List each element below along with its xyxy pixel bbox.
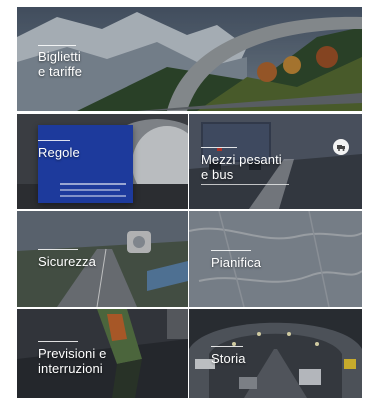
- tile-label-line2: e tariffe: [38, 64, 83, 79]
- tile-label-line1: Biglietti: [38, 49, 81, 64]
- label-top-line: [211, 346, 243, 347]
- tile-label-line1: Previsioni e: [38, 346, 107, 361]
- label-bottom-line: [201, 184, 289, 185]
- tile-storia[interactable]: Storia: [189, 309, 362, 398]
- tile-label: Mezzi pesanti e bus: [201, 152, 282, 182]
- tile-sicurezza[interactable]: Sicurezza: [17, 211, 188, 307]
- card-text-line: [60, 195, 126, 197]
- label-top-line: [38, 249, 78, 250]
- label-top-line: [38, 341, 78, 342]
- tile-label: Storia: [211, 351, 246, 366]
- regole-info-card: [38, 125, 133, 203]
- tile-previsioni-e-interruzioni[interactable]: Previsioni e interruzioni: [17, 309, 188, 398]
- tile-label: Previsioni e interruzioni: [38, 346, 106, 376]
- tile-regole[interactable]: Regole: [17, 114, 188, 209]
- card-text-line: [60, 189, 120, 191]
- label-top-line: [38, 45, 76, 46]
- tile-label: Regole: [38, 145, 80, 160]
- tile-label-line2: interruzioni: [38, 361, 103, 376]
- tile-label: Sicurezza: [38, 254, 96, 269]
- label-top-line: [211, 250, 251, 251]
- tile-label: Biglietti e tariffe: [38, 49, 82, 79]
- tile-label-line2: e bus: [201, 167, 234, 182]
- label-top-line: [201, 147, 237, 148]
- truck-icon: [337, 145, 345, 151]
- tile-label: Pianifica: [211, 255, 262, 270]
- label-top-line: [38, 140, 70, 141]
- tile-pianifica[interactable]: Pianifica: [189, 211, 362, 307]
- card-text-line: [60, 183, 126, 185]
- truck-badge: [333, 139, 349, 155]
- tile-biglietti-e-tariffe[interactable]: Biglietti e tariffe: [17, 7, 362, 111]
- tile-mezzi-pesanti-e-bus[interactable]: Mezzi pesanti e bus: [189, 114, 362, 209]
- tile-label-line1: Mezzi pesanti: [201, 152, 282, 167]
